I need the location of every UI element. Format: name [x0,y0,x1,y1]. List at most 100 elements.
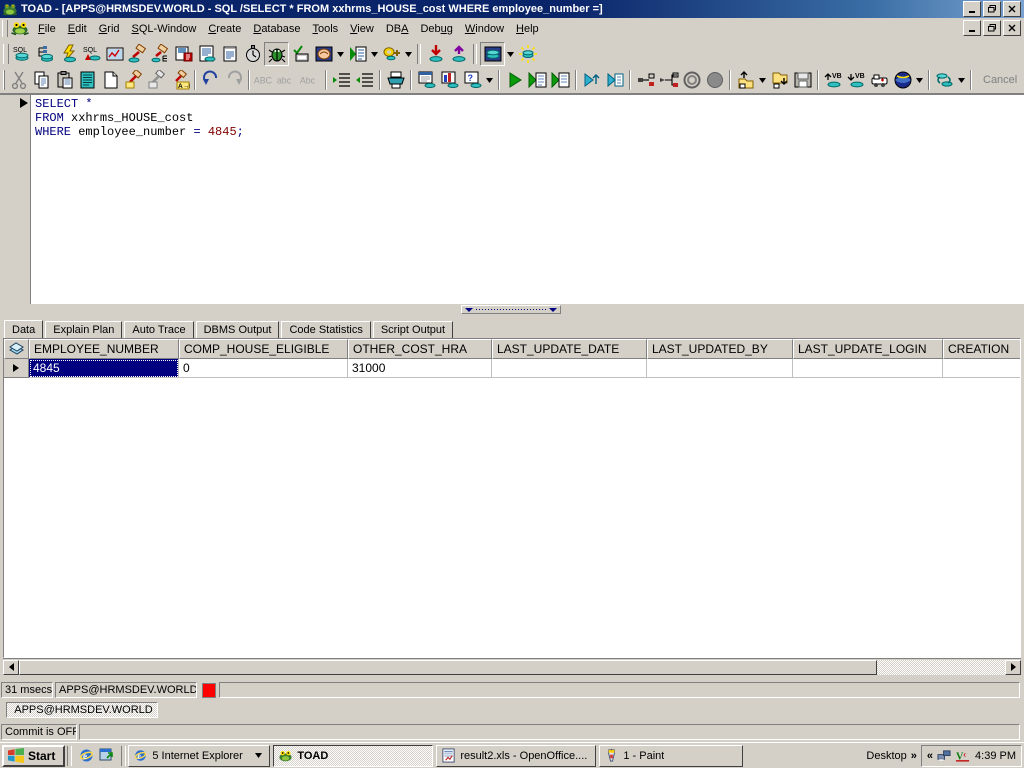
mdi-restore-button[interactable] [983,20,1001,36]
save-all-icon[interactable] [791,69,814,91]
explain-plan-icon[interactable] [126,43,149,65]
desktop-overflow-chevron-icon[interactable]: » [911,750,917,762]
grid-col-creation[interactable]: CREATION [943,339,1021,359]
splitter-collapse-left-icon[interactable] [465,308,473,312]
execute-statement-icon[interactable] [503,69,526,91]
report-designer-icon[interactable] [103,43,126,65]
paste-icon[interactable] [53,69,76,91]
execute-as-script-icon[interactable] [526,69,549,91]
menu-item-file[interactable]: File [32,21,62,37]
menu-item-dba[interactable]: DBA [380,21,415,37]
highlight-icon[interactable] [122,69,145,91]
replace-icon[interactable]: A→B [168,69,191,91]
commit-dropdown[interactable] [914,69,925,91]
tab-code-statistics[interactable]: Code Statistics [281,321,370,338]
object-help-icon[interactable]: ? [461,69,484,91]
tab-dbms-output[interactable]: DBMS Output [196,321,280,338]
object-help-dropdown[interactable] [484,69,495,91]
trace-stop-icon[interactable] [703,69,726,91]
virus-scanner-icon[interactable]: V c [956,749,971,763]
execute-current-icon[interactable] [549,69,572,91]
grid-col-other-cost-hra[interactable]: OTHER_COST_HRA [348,339,492,359]
outdent-icon[interactable] [353,69,376,91]
sql-editor-pane[interactable]: SELECT *FROM xxhrms_HOUSE_costWHERE empl… [0,94,1024,305]
cell-last-updated-by[interactable] [647,359,793,378]
clock[interactable]: 4:39 PM [975,750,1016,762]
sql-editor-text[interactable]: SELECT *FROM xxhrms_HOUSE_costWHERE empl… [35,97,1020,139]
grid-col-last-update-login[interactable]: LAST_UPDATE_LOGIN [793,339,943,359]
grid-col-comp-house-eligible[interactable]: COMP_HOUSE_ELIGIBLE [179,339,348,359]
connect-database-icon[interactable] [480,42,505,66]
internet-explorer-icon[interactable]: e [78,747,95,764]
redo-icon[interactable] [222,69,245,91]
uppercase-icon[interactable]: ABC [253,69,276,91]
load-sql-file-dropdown[interactable] [757,69,768,91]
print-icon[interactable] [384,69,407,91]
toolbar-drag-handle[interactable] [3,44,9,64]
scroll-right-icon[interactable] [1005,660,1021,675]
sql-tuning-icon[interactable] [149,43,172,65]
clear-format-icon[interactable] [145,69,168,91]
grid-corner-icon[interactable] [4,339,29,359]
minimize-button[interactable] [963,1,981,17]
schema-browser-icon[interactable] [34,43,57,65]
object-palette-icon[interactable] [380,43,403,65]
import-data-icon[interactable] [424,43,447,65]
open-file-icon[interactable] [76,69,99,91]
menu-drag-handle[interactable] [2,20,8,37]
menu-item-window[interactable]: Window [459,21,510,37]
menu-item-database[interactable]: Database [247,21,306,37]
mdi-close-button[interactable] [1003,20,1021,36]
menu-item-view[interactable]: View [344,21,380,37]
sql-editor-icon[interactable]: SQL [11,43,34,65]
copy-icon[interactable] [30,69,53,91]
close-button[interactable] [1003,1,1021,17]
splitter-collapse-right-icon[interactable] [549,308,557,312]
script-manager-icon[interactable] [195,43,218,65]
debugger-bug-icon[interactable] [264,42,289,66]
sql-modeler-icon[interactable] [57,43,80,65]
menu-item-help[interactable]: Help [510,21,545,37]
cell-employee-number[interactable]: 4845 [29,359,179,378]
menu-item-create[interactable]: Create [202,21,247,37]
knowledge-xpert-icon[interactable] [312,43,335,65]
grid-col-employee-number[interactable]: EMPLOYEE_NUMBER [29,339,179,359]
new-connection-icon[interactable] [516,43,539,65]
table-row[interactable]: 4845 0 31000 [4,359,1020,378]
object-palette-dropdown[interactable] [403,43,414,65]
taskbar-item-paint[interactable]: 1 - Paint [599,745,743,767]
execute-explain-icon[interactable] [603,69,626,91]
undo-icon[interactable] [199,69,222,91]
menu-item-debug[interactable]: Debug [414,21,458,37]
cell-other-cost-hra[interactable]: 31000 [348,359,492,378]
scrollbar-track[interactable] [19,660,1005,675]
load-sql-file-icon[interactable] [734,69,757,91]
menu-item-grid[interactable]: Grid [93,21,126,37]
menu-item-edit[interactable]: Edit [62,21,93,37]
vb-export-icon[interactable]: VB [822,69,845,91]
edit-toolbar-drag-handle[interactable] [3,70,5,90]
menu-item-tools[interactable]: Tools [306,21,344,37]
taskbar-item-toad[interactable]: TOAD [273,745,433,767]
session-panel[interactable]: APPS@HRMSDEV.WORLD [6,702,158,718]
editor-results-splitter[interactable] [0,304,1024,316]
commit-icon[interactable] [891,69,914,91]
connect-database-dropdown[interactable] [505,43,516,65]
cancel-button[interactable]: Cancel [975,74,1024,86]
knowledge-xpert-dropdown[interactable] [335,43,346,65]
results-data-grid[interactable]: EMPLOYEE_NUMBER COMP_HOUSE_ELIGIBLE OTHE… [3,338,1021,658]
cell-last-update-login[interactable] [793,359,943,378]
export-data-icon[interactable] [447,43,470,65]
taskbar-item-internet-explorer[interactable]: e 5 Internet Explorer [128,745,270,767]
execute-script-dropdown[interactable] [369,43,380,65]
menu-item-sql-window[interactable]: SQL-Window [126,21,203,37]
tab-data[interactable]: Data [4,320,43,338]
taskbar-item-result2-xls[interactable]: result2.xls - OpenOffice.... [436,745,596,767]
procedure-editor-icon[interactable]: SQL [80,43,103,65]
network-connection-icon[interactable] [937,749,952,763]
indent-icon[interactable] [330,69,353,91]
save-database-icon[interactable] [172,43,195,65]
session-browser-icon[interactable] [241,43,264,65]
scroll-left-icon[interactable] [3,660,19,675]
rollback-icon[interactable] [868,69,891,91]
